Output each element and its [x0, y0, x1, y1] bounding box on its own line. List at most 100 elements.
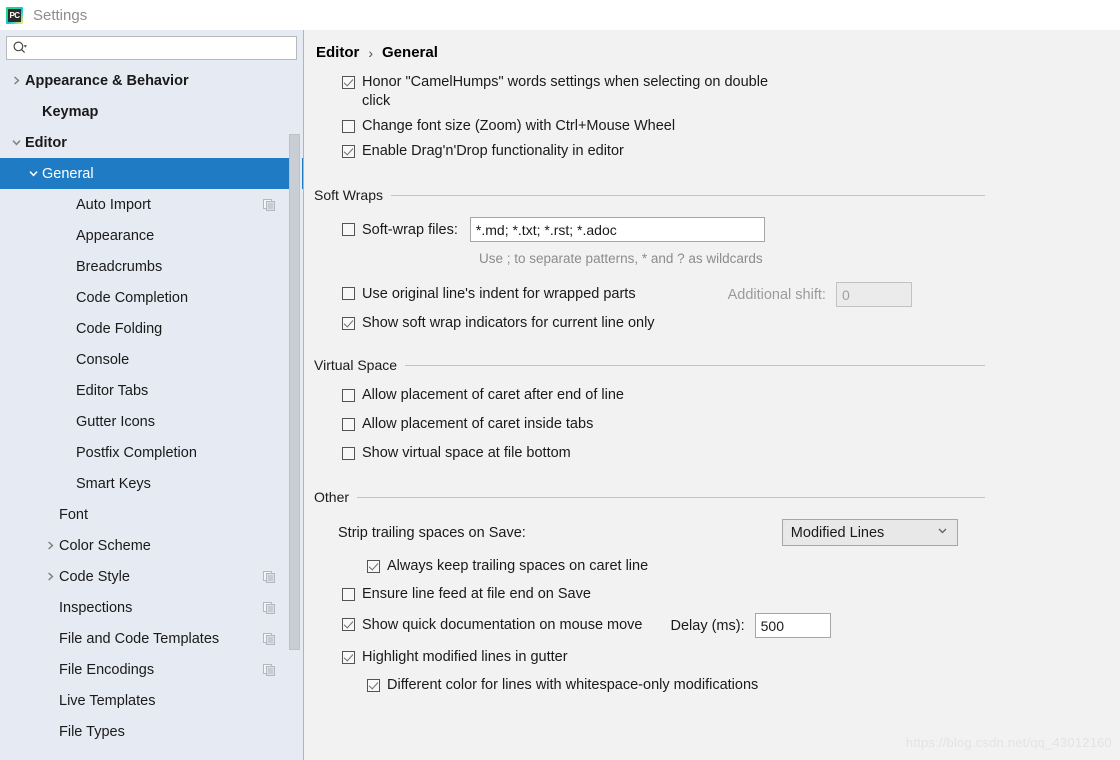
option-virtual-space-bottom[interactable]: Show virtual space at file bottom	[304, 444, 1120, 463]
search-input[interactable]	[31, 39, 291, 57]
soft-wrap-files-label: Soft-wrap files:	[362, 221, 458, 238]
sidebar-item-font[interactable]: Font	[0, 499, 303, 530]
sidebar-item-editor-tabs[interactable]: Editor Tabs	[0, 375, 303, 406]
pycharm-logo-icon: PC	[6, 6, 23, 24]
sidebar-item-gutter-icons[interactable]: Gutter Icons	[0, 406, 303, 437]
chevron-down-icon[interactable]	[8, 137, 25, 148]
sidebar-item-label: Code Folding	[76, 320, 163, 337]
section-other: Other	[304, 489, 1120, 505]
delay-input[interactable]	[754, 613, 831, 638]
breadcrumb-leaf: General	[382, 44, 438, 61]
checkbox-show-quick-doc[interactable]	[342, 618, 355, 631]
sidebar-item-code-style[interactable]: Code Style	[0, 561, 303, 592]
quick-doc-row: Show quick documentation on mouse move D…	[304, 613, 1120, 638]
settings-tree[interactable]: Appearance & Behavior Keymap Editor General…	[0, 65, 303, 753]
checkbox-show-soft-wrap-indicators[interactable]	[342, 317, 355, 330]
sidebar-item-live-templates[interactable]: Live Templates	[0, 685, 303, 716]
checkbox-caret-inside-tabs[interactable]	[342, 418, 355, 431]
soft-wrap-hint: Use ; to separate patterns, * and ? as w…	[479, 251, 763, 266]
sidebar-item-auto-import[interactable]: Auto Import	[0, 189, 303, 220]
option-always-keep-trailing[interactable]: Always keep trailing spaces on caret lin…	[304, 557, 1120, 576]
copy-settings-icon	[263, 570, 275, 583]
section-virtual-space: Virtual Space	[304, 357, 1120, 373]
sidebar-item-inspections[interactable]: Inspections	[0, 592, 303, 623]
soft-wrap-files-input[interactable]	[469, 217, 765, 242]
checkbox-enable-dragndrop[interactable]	[342, 145, 355, 158]
sidebar-item-postfix-completion[interactable]: Postfix Completion	[0, 437, 303, 468]
checkbox-use-original-indent[interactable]	[342, 287, 355, 300]
chevron-right-icon[interactable]	[8, 75, 25, 86]
sidebar-item-label: General	[42, 165, 94, 182]
option-label: Different color for lines with whitespac…	[387, 677, 759, 693]
option-show-soft-wrap-indicators[interactable]: Show soft wrap indicators for current li…	[304, 314, 1120, 333]
sidebar-item-color-scheme[interactable]: Color Scheme	[0, 530, 303, 561]
option-highlight-modified-lines[interactable]: Highlight modified lines in gutter	[304, 648, 1120, 667]
checkbox-change-font-size[interactable]	[342, 120, 355, 133]
breadcrumb-separator-icon: ›	[368, 44, 374, 61]
breadcrumb-root[interactable]: Editor	[316, 44, 359, 61]
option-label: Show quick documentation on mouse move	[362, 617, 643, 633]
sidebar-item-label: Appearance & Behavior	[25, 72, 189, 89]
sidebar-item-appearance-behavior[interactable]: Appearance & Behavior	[0, 65, 303, 96]
logo-text: PC	[8, 8, 21, 22]
wrapped-parts-row: Use original line's indent for wrapped p…	[304, 282, 1120, 307]
checkbox-virtual-space-bottom[interactable]	[342, 447, 355, 460]
sidebar-item-console[interactable]: Console	[0, 344, 303, 375]
checkbox-always-keep-trailing[interactable]	[367, 560, 380, 573]
strip-trailing-select[interactable]: Modified Lines	[781, 519, 958, 546]
chevron-right-icon[interactable]	[42, 540, 59, 551]
sidebar-item-label: Font	[59, 506, 89, 523]
option-label: Honor "CamelHumps" words settings when s…	[362, 74, 769, 109]
window-title: Settings	[33, 6, 88, 24]
sidebar-item-keymap[interactable]: Keymap	[0, 96, 303, 127]
section-title: Virtual Space	[314, 357, 398, 373]
sidebar-scrollbar-track[interactable]	[289, 100, 302, 753]
sidebar-item-code-folding[interactable]: Code Folding	[0, 313, 303, 344]
sidebar-item-label: File and Code Templates	[59, 630, 220, 647]
option-honor-camelhumps[interactable]: Honor "CamelHumps" words settings when s…	[304, 73, 1120, 111]
option-label: Enable Drag'n'Drop functionality in edit…	[362, 143, 624, 159]
option-different-color-whitespace[interactable]: Different color for lines with whitespac…	[304, 676, 1120, 695]
top-options-group: Honor "CamelHumps" words settings when s…	[304, 73, 1120, 161]
sidebar-item-file-and-code-templates[interactable]: File and Code Templates	[0, 623, 303, 654]
chevron-down-icon[interactable]	[25, 168, 42, 179]
additional-shift-input[interactable]	[835, 282, 912, 307]
checkbox-ensure-line-feed[interactable]	[342, 588, 355, 601]
strip-trailing-value: Modified Lines	[790, 524, 885, 541]
sidebar-item-label: Editor Tabs	[76, 382, 149, 399]
section-title: Soft Wraps	[314, 187, 383, 203]
sidebar-item-label: File Encodings	[59, 661, 155, 678]
option-caret-after-eol[interactable]: Allow placement of caret after end of li…	[304, 386, 1120, 405]
sidebar-item-appearance[interactable]: Appearance	[0, 220, 303, 251]
checkbox-honor-camelhumps[interactable]	[342, 76, 355, 89]
sidebar-item-file-types[interactable]: File Types	[0, 716, 303, 747]
sidebar-item-code-completion[interactable]: Code Completion	[0, 282, 303, 313]
settings-content-pane: Editor › General Honor "CamelHumps" word…	[304, 30, 1120, 760]
option-enable-dragndrop[interactable]: Enable Drag'n'Drop functionality in edit…	[304, 142, 1120, 161]
sidebar-item-editor[interactable]: Editor	[0, 127, 303, 158]
sidebar-item-label: Code Completion	[76, 289, 189, 306]
section-title: Other	[314, 489, 350, 505]
checkbox-caret-after-eol[interactable]	[342, 389, 355, 402]
soft-wrap-files-row: Soft-wrap files:	[304, 217, 1120, 242]
section-divider	[391, 194, 985, 196]
option-use-original-indent[interactable]: Use original line's indent for wrapped p…	[304, 285, 636, 304]
option-caret-inside-tabs[interactable]: Allow placement of caret inside tabs	[304, 415, 1120, 434]
option-show-quick-doc[interactable]: Show quick documentation on mouse move	[304, 616, 643, 635]
sidebar-scrollbar-thumb[interactable]	[289, 134, 300, 650]
option-change-font-size[interactable]: Change font size (Zoom) with Ctrl+Mouse …	[304, 117, 1120, 136]
sidebar-item-breadcrumbs[interactable]: Breadcrumbs	[0, 251, 303, 282]
sidebar-item-label: Appearance	[76, 227, 155, 244]
sidebar-item-general[interactable]: General	[0, 158, 303, 189]
checkbox-highlight-modified-lines[interactable]	[342, 651, 355, 664]
strip-trailing-row: Strip trailing spaces on Save: Modified …	[304, 519, 1120, 546]
checkbox-different-color-whitespace[interactable]	[367, 679, 380, 692]
chevron-right-icon[interactable]	[42, 571, 59, 582]
sidebar-item-smart-keys[interactable]: Smart Keys	[0, 468, 303, 499]
sidebar-item-file-encodings[interactable]: File Encodings	[0, 654, 303, 685]
settings-sidebar: Appearance & Behavior Keymap Editor General…	[0, 30, 304, 760]
checkbox-soft-wrap-files[interactable]	[342, 223, 355, 236]
sidebar-item-label: Editor	[25, 134, 67, 151]
search-box[interactable]	[6, 36, 297, 60]
option-ensure-line-feed[interactable]: Ensure line feed at file end on Save	[304, 585, 1120, 604]
